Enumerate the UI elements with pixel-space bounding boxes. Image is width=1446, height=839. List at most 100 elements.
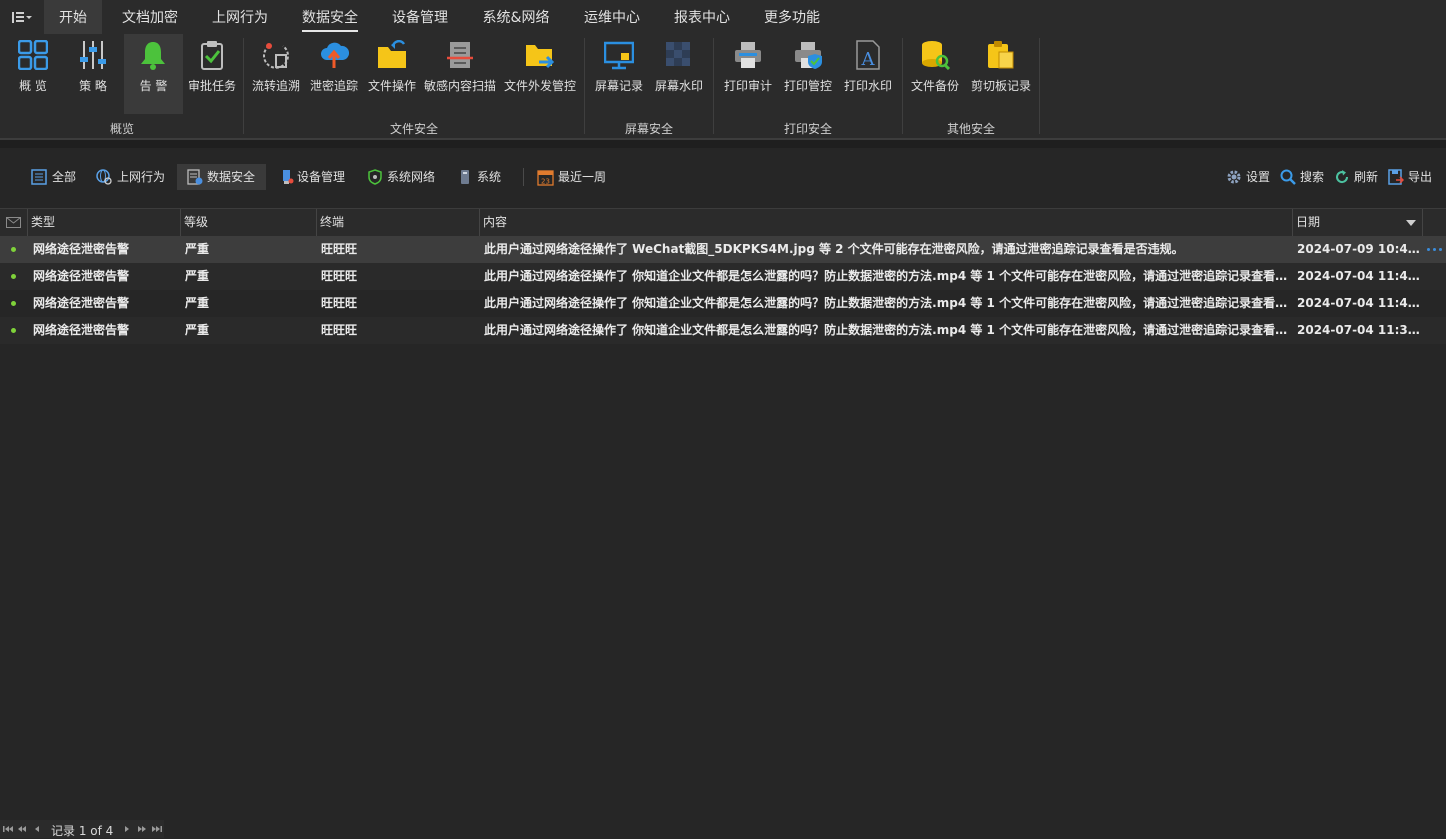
file-operation-button[interactable]: 文件操作	[364, 34, 420, 114]
file-outbound-control-button[interactable]: 文件外发管控	[500, 34, 580, 114]
policy-button[interactable]: 策 略	[64, 34, 122, 114]
header-level[interactable]: 等级	[181, 209, 317, 236]
leak-tracking-button[interactable]: 泄密追踪	[306, 34, 362, 114]
next-page-group-icon[interactable]	[137, 824, 147, 834]
status-dot-icon	[11, 301, 16, 306]
refresh-button[interactable]: 刷新	[1332, 164, 1382, 190]
filter-last-week[interactable]: 23 最近一周	[532, 164, 612, 190]
screen-watermark-button[interactable]: 屏幕水印	[650, 34, 708, 114]
overview-button[interactable]: 概 览	[4, 34, 62, 114]
filter-system-network[interactable]: 系统网络	[362, 164, 442, 190]
filter-device-management[interactable]: 设备管理	[274, 164, 354, 190]
tab-report-center[interactable]: 报表中心	[660, 0, 744, 34]
tab-home[interactable]: 开始	[44, 0, 102, 34]
group-divider	[902, 38, 903, 134]
settings-button[interactable]: 设置	[1222, 164, 1274, 190]
sensitive-content-scan-button[interactable]: 敏感内容扫描	[422, 34, 498, 114]
menu-bar: 开始 文档加密 上网行为 数据安全 设备管理 系统&网络 运维中心 报表中心 更…	[0, 0, 1446, 34]
refresh-icon	[1336, 170, 1349, 184]
tab-data-security[interactable]: 数据安全	[288, 0, 372, 34]
export-icon	[1388, 169, 1404, 185]
tab-document-encryption[interactable]: 文档加密	[108, 0, 192, 34]
print-control-button[interactable]: 打印管控	[780, 34, 836, 114]
clipboard-record-button[interactable]: 剪切板记录	[966, 34, 1036, 114]
web-globe-icon	[96, 169, 112, 185]
print-watermark-button[interactable]: A 打印水印	[840, 34, 896, 114]
first-page-icon[interactable]	[3, 824, 13, 834]
device-usb-icon	[283, 170, 294, 184]
clipboard-icon	[988, 41, 1014, 69]
cell-terminal: 旺旺旺	[321, 269, 358, 283]
prev-page-icon[interactable]	[34, 824, 40, 834]
cell-terminal: 旺旺旺	[321, 323, 358, 337]
tab-more-features[interactable]: 更多功能	[750, 0, 834, 34]
group-divider	[1039, 38, 1040, 134]
header-mail-column[interactable]	[0, 209, 28, 236]
filter-internet-behavior[interactable]: 上网行为	[91, 164, 171, 190]
cell-level: 严重	[185, 242, 210, 256]
record-counter: 记录 1 of 4	[51, 824, 114, 838]
svg-text:23: 23	[541, 178, 550, 186]
last-page-icon[interactable]	[152, 824, 162, 834]
search-button[interactable]: 搜索	[1278, 164, 1328, 190]
header-terminal[interactable]: 终端	[317, 209, 480, 236]
file-backup-button[interactable]: 文件备份	[906, 34, 964, 114]
table-row[interactable]: 网络途径泄密告警 严重 旺旺旺 此用户通过网络途径操作了 你知道企业文件都是怎么…	[0, 317, 1446, 344]
filter-toolbar: 全部 上网行为 数据安全 设备管理 系统网络 系统 23 最近一周 设置 搜索 …	[0, 148, 1446, 206]
calendar-icon: 23	[537, 170, 554, 186]
approval-clipboard-icon	[201, 41, 223, 70]
cell-level: 严重	[185, 296, 210, 310]
filter-all[interactable]: 全部	[26, 164, 82, 190]
cell-terminal: 旺旺旺	[321, 296, 358, 310]
cell-date: 2024-07-04 11:40:07	[1297, 296, 1421, 310]
app-menu-button[interactable]	[8, 9, 34, 27]
database-backup-icon	[922, 41, 950, 70]
table-row[interactable]: 网络途径泄密告警 严重 旺旺旺 此用户通过网络途径操作了 你知道企业文件都是怎么…	[0, 263, 1446, 290]
cloud-upload-icon	[321, 42, 349, 68]
group-label-print-security: 打印安全	[783, 122, 832, 136]
print-audit-button[interactable]: 打印审计	[720, 34, 776, 114]
more-dots-icon[interactable]	[1427, 248, 1445, 252]
tab-ops-center[interactable]: 运维中心	[570, 0, 654, 34]
cell-terminal: 旺旺旺	[321, 242, 358, 256]
gear-icon	[1227, 170, 1241, 184]
print-watermark-icon: A	[856, 40, 880, 70]
prev-page-group-icon[interactable]	[17, 824, 27, 834]
header-type[interactable]: 类型	[28, 209, 181, 236]
cell-level: 严重	[185, 323, 210, 337]
ribbon-spacer	[0, 140, 1446, 148]
ribbon: 概 览 策 略 告 警 审批任务 概览 流转追溯 泄密追踪 文件操作 敏感内容扫…	[0, 34, 1446, 138]
filter-data-security[interactable]: 数据安全	[177, 164, 266, 190]
pager: 记录 1 of 4	[0, 820, 164, 838]
tab-internet-behavior[interactable]: 上网行为	[198, 0, 282, 34]
tab-device-management[interactable]: 设备管理	[378, 0, 462, 34]
table-row[interactable]: 网络途径泄密告警 严重 旺旺旺 此用户通过网络途径操作了 WeChat截图_5D…	[0, 236, 1446, 263]
header-date[interactable]: 日期	[1293, 209, 1423, 236]
grid-header: 类型 等级 终端 内容 日期	[0, 208, 1446, 237]
cell-content: 此用户通过网络途径操作了 你知道企业文件都是怎么泄露的吗？防止数据泄密的方法.m…	[484, 269, 1289, 283]
header-content[interactable]: 内容	[480, 209, 1293, 236]
next-page-icon[interactable]	[124, 824, 130, 834]
flow-trace-icon	[263, 43, 289, 69]
cell-type: 网络途径泄密告警	[33, 323, 130, 337]
cell-type: 网络途径泄密告警	[33, 242, 130, 256]
cell-date: 2024-07-04 11:37:23	[1297, 323, 1421, 337]
alarm-button[interactable]: 告 警	[124, 34, 183, 114]
alarm-bell-icon	[141, 42, 165, 70]
sort-descending-icon[interactable]	[1406, 220, 1416, 226]
table-row[interactable]: 网络途径泄密告警 严重 旺旺旺 此用户通过网络途径操作了 你知道企业文件都是怎么…	[0, 290, 1446, 317]
screen-record-button[interactable]: 屏幕记录	[590, 34, 648, 114]
cell-content: 此用户通过网络途径操作了 WeChat截图_5DKPKS4M.jpg 等 2 个…	[484, 242, 1184, 256]
system-network-icon	[368, 169, 382, 185]
toolbar-divider	[523, 168, 524, 186]
export-button[interactable]: 导出	[1386, 164, 1436, 190]
status-dot-icon	[11, 247, 16, 252]
approval-task-button[interactable]: 审批任务	[184, 34, 240, 114]
status-dot-icon	[11, 274, 16, 279]
tab-system-network[interactable]: 系统&网络	[468, 0, 564, 34]
cell-level: 严重	[185, 269, 210, 283]
group-label-other-security: 其他安全	[946, 122, 995, 136]
flow-trace-button[interactable]: 流转追溯	[248, 34, 304, 114]
cell-type: 网络途径泄密告警	[33, 296, 130, 310]
filter-system[interactable]: 系统	[452, 164, 508, 190]
